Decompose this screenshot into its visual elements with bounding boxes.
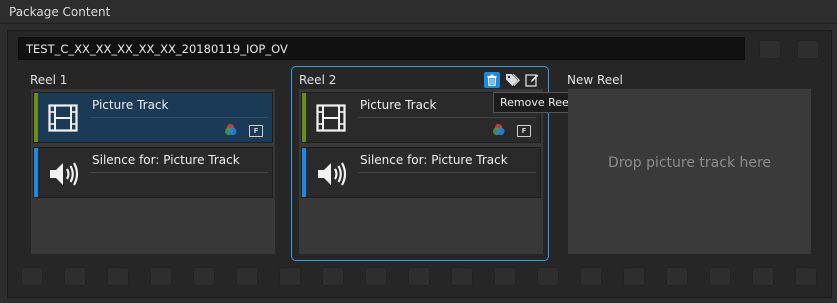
track-title: Picture Track [360, 98, 437, 112]
film-hole [759, 40, 781, 59]
film-hole [795, 267, 817, 286]
picture-track-bar [34, 93, 38, 142]
film-hole [494, 267, 516, 286]
film-hole [451, 267, 473, 286]
color-icon [224, 123, 237, 136]
picture-track-bar [302, 93, 306, 142]
film-hole [752, 267, 774, 286]
film-hole [64, 267, 86, 286]
tag-reel-button[interactable] [504, 72, 520, 88]
reel-1-audio-track[interactable]: Silence for: Picture Track [33, 147, 273, 198]
edit-icon [525, 74, 539, 87]
track-title: Silence for: Picture Track [92, 153, 240, 167]
reel-1-picture-track[interactable]: Picture Track F [33, 92, 273, 143]
new-reel-drop-zone[interactable]: Drop picture track here [568, 89, 811, 254]
color-icon [492, 123, 505, 136]
film-hole [580, 267, 602, 286]
track-title: Silence for: Picture Track [360, 153, 508, 167]
remove-reel-tooltip: Remove Reel [493, 92, 578, 113]
format-badge-icon: F [517, 125, 531, 137]
reel-1-label: Reel 1 [30, 73, 68, 87]
panel-title: Package Content [9, 5, 111, 19]
new-reel-label: New Reel [567, 73, 623, 87]
track-divider [90, 172, 268, 173]
speaker-icon [50, 162, 79, 186]
trash-icon [487, 74, 497, 86]
reel-2-audio-track[interactable]: Silence for: Picture Track [301, 147, 541, 198]
track-title: Picture Track [92, 98, 169, 112]
remove-reel-button[interactable] [484, 72, 500, 88]
format-badge-icon: F [249, 125, 263, 137]
speaker-icon [318, 162, 347, 186]
film-hole [279, 267, 301, 286]
drop-hint-text: Drop picture track here [607, 155, 772, 171]
film-hole [709, 267, 731, 286]
film-hole [666, 267, 688, 286]
film-hole [623, 267, 645, 286]
film-hole [365, 267, 387, 286]
film-hole [537, 267, 559, 286]
film-hole [322, 267, 344, 286]
film-hole [236, 267, 258, 286]
film-hole [21, 267, 43, 286]
film-hole [107, 267, 129, 286]
reel-2-label: Reel 2 [299, 73, 337, 87]
film-icon [316, 104, 346, 132]
track-divider [90, 117, 268, 118]
film-hole [408, 267, 430, 286]
package-name-field[interactable]: TEST_C_XX_XX_XX_XX_XX_20180119_IOP_OV [18, 37, 745, 60]
track-divider [358, 117, 536, 118]
film-hole [797, 40, 819, 59]
audio-track-bar [34, 148, 38, 197]
film-hole [193, 267, 215, 286]
film-icon [48, 104, 78, 132]
tag-icon [505, 73, 520, 86]
film-hole [150, 267, 172, 286]
track-divider [358, 172, 536, 173]
edit-reel-button[interactable] [524, 72, 540, 88]
audio-track-bar [302, 148, 306, 197]
header-divider [0, 23, 837, 24]
